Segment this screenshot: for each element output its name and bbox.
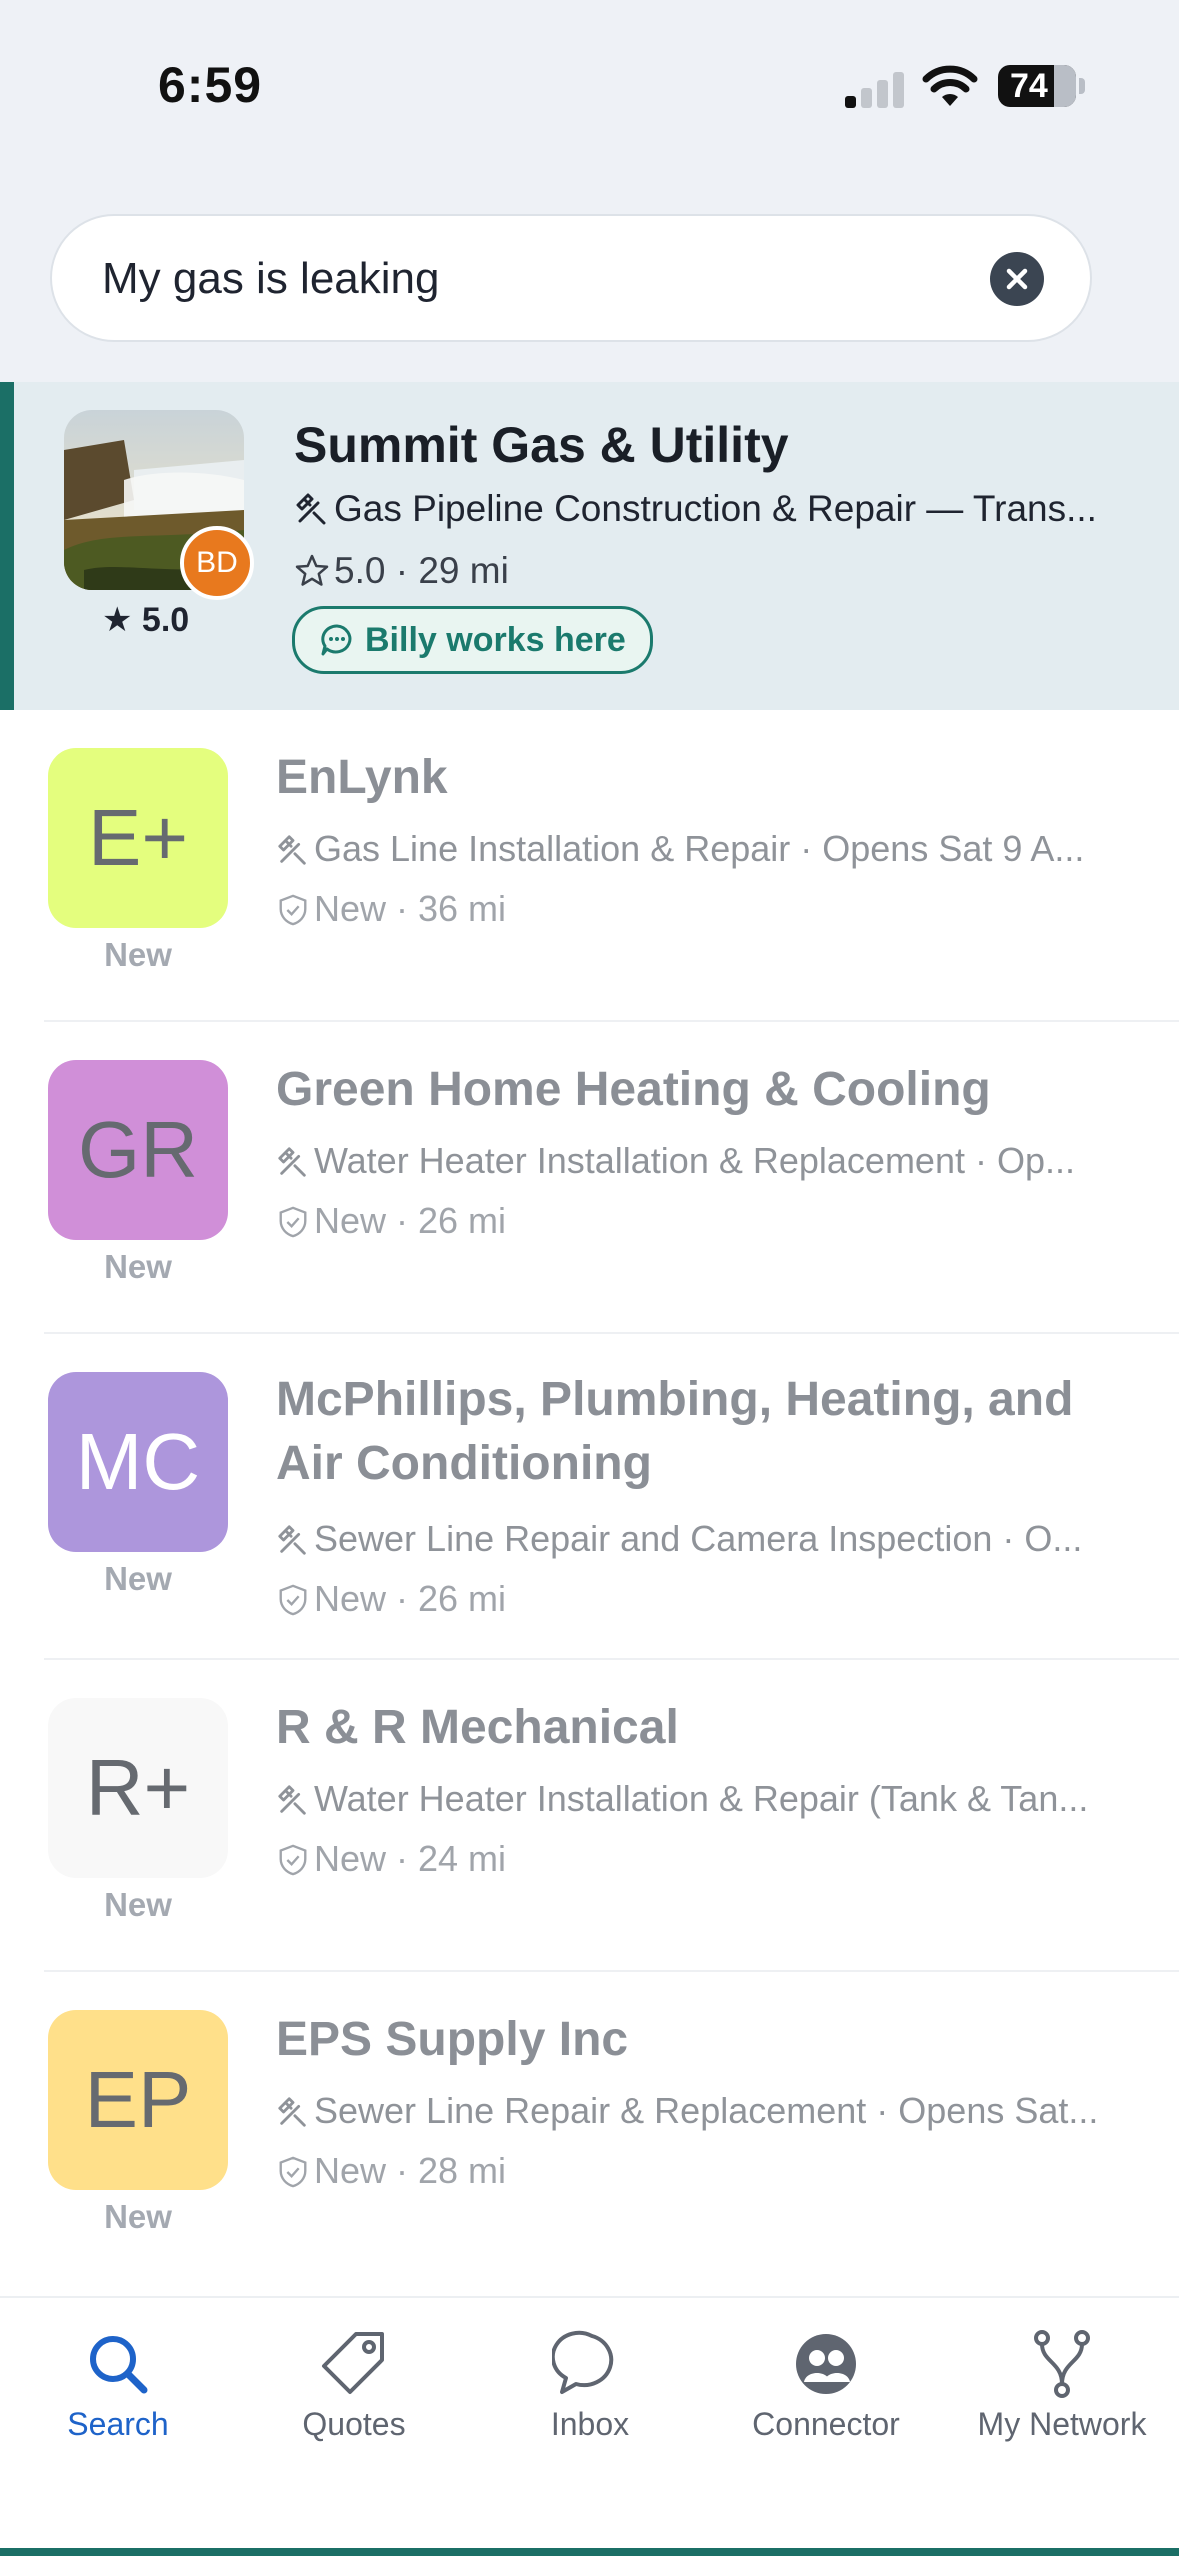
clear-search-button[interactable] xyxy=(990,252,1044,306)
battery-level: 74 xyxy=(1010,67,1048,105)
close-icon xyxy=(1006,268,1028,290)
shield-icon xyxy=(279,1584,307,1616)
business-meta: New · 26 mi xyxy=(276,1200,506,1242)
tab-my-network[interactable]: My Network xyxy=(944,2298,1179,2478)
business-category: Water Heater Installation & Replacement … xyxy=(276,1140,1136,1182)
new-label: New xyxy=(104,936,172,973)
new-label: New xyxy=(104,1248,172,1285)
bottom-accent-bar xyxy=(0,2548,1179,2556)
search-icon xyxy=(90,2336,148,2394)
featured-result[interactable]: BD ★ 5.0 Summit Gas & Utility Gas Pipeli… xyxy=(0,382,1179,710)
battery-icon: 74 xyxy=(998,65,1076,107)
tab-search-label: Search xyxy=(67,2406,169,2442)
list-item[interactable]: E+ New EnLynk Gas Line Installation & Re… xyxy=(0,710,1179,1022)
business-meta: New · 28 mi xyxy=(276,2150,506,2192)
shield-icon xyxy=(279,1844,307,1876)
people-icon xyxy=(796,2334,856,2394)
tools-icon xyxy=(278,1525,306,1555)
tab-bar: Search Quotes Inbox Connector My Network xyxy=(0,2296,1179,2558)
list-item[interactable]: EP New EPS Supply Inc Sewer Line Repair … xyxy=(0,1972,1179,2284)
business-avatar: MC xyxy=(48,1372,228,1552)
network-icon xyxy=(1034,2330,1090,2398)
tab-my-network-label: My Network xyxy=(977,2406,1147,2442)
tag-icon xyxy=(322,2332,384,2394)
list-item[interactable]: R+ New R & R Mechanical Water Heater Ins… xyxy=(0,1660,1179,1972)
wifi-icon xyxy=(922,65,978,106)
shield-icon xyxy=(279,894,307,926)
business-avatar: GR xyxy=(48,1060,228,1240)
tab-inbox[interactable]: Inbox xyxy=(472,2298,708,2478)
works-here-chip[interactable]: Billy works here xyxy=(292,606,653,674)
search-input[interactable]: My gas is leaking xyxy=(50,214,1092,342)
employee-badge: BD xyxy=(180,526,254,600)
tab-inbox-label: Inbox xyxy=(550,2406,630,2442)
tools-icon xyxy=(278,835,306,865)
business-meta: New · 26 mi xyxy=(276,1578,506,1620)
tools-icon xyxy=(278,1785,306,1815)
cellular-signal-icon xyxy=(845,70,905,108)
new-label: New xyxy=(104,2198,172,2235)
business-name: EPS Supply Inc xyxy=(276,2013,629,2066)
shield-icon xyxy=(279,1206,307,1238)
new-label: New xyxy=(104,1886,172,1923)
list-item[interactable]: GR New Green Home Heating & Cooling Wate… xyxy=(0,1022,1179,1334)
new-label: New xyxy=(104,1560,172,1597)
tools-icon xyxy=(296,493,326,525)
business-meta: New · 24 mi xyxy=(276,1838,506,1880)
star-icon xyxy=(295,554,329,586)
search-query[interactable]: My gas is leaking xyxy=(102,254,439,304)
tab-search[interactable]: Search xyxy=(0,2298,236,2478)
header-area: 6:59 74 My gas is leaking xyxy=(0,0,1179,382)
featured-rating: ★ 5.0 xyxy=(102,601,190,639)
tab-quotes[interactable]: Quotes xyxy=(236,2298,472,2478)
business-name: EnLynk xyxy=(276,751,448,804)
business-name: R & R Mechanical xyxy=(276,1701,679,1754)
list-item[interactable]: MC New McPhillips, Plumbing, Heating, an… xyxy=(0,1334,1179,1660)
tab-connector[interactable]: Connector xyxy=(708,2298,944,2478)
business-category: Gas Line Installation & Repair · Opens S… xyxy=(276,828,1136,870)
tab-connector-label: Connector xyxy=(752,2406,900,2442)
business-name: McPhillips, Plumbing, Heating, and Air C… xyxy=(276,1373,1074,1490)
business-meta: New · 36 mi xyxy=(276,888,506,930)
business-avatar: EP xyxy=(48,2010,228,2190)
tools-icon xyxy=(278,2097,306,2127)
battery-nub xyxy=(1079,78,1085,94)
chat-icon xyxy=(552,2330,614,2394)
featured-name: Summit Gas & Utility xyxy=(294,417,789,473)
business-avatar: E+ xyxy=(48,748,228,928)
business-category: Sewer Line Repair & Replacement · Opens … xyxy=(276,2090,1136,2132)
chat-bubble-icon xyxy=(321,624,352,656)
works-here-label: Billy works here xyxy=(365,621,626,659)
business-name: Green Home Heating & Cooling xyxy=(276,1063,991,1116)
business-category: Sewer Line Repair and Camera Inspection … xyxy=(276,1518,1136,1560)
tab-quotes-label: Quotes xyxy=(302,2406,406,2442)
status-time: 6:59 xyxy=(158,57,263,113)
featured-category: Gas Pipeline Construction & Repair — Tra… xyxy=(294,488,1154,530)
tools-icon xyxy=(278,1147,306,1177)
business-avatar: R+ xyxy=(48,1698,228,1878)
business-category: Water Heater Installation & Repair (Tank… xyxy=(276,1778,1136,1820)
shield-icon xyxy=(279,2156,307,2188)
featured-meta: 5.0 · 29 mi xyxy=(294,550,509,592)
